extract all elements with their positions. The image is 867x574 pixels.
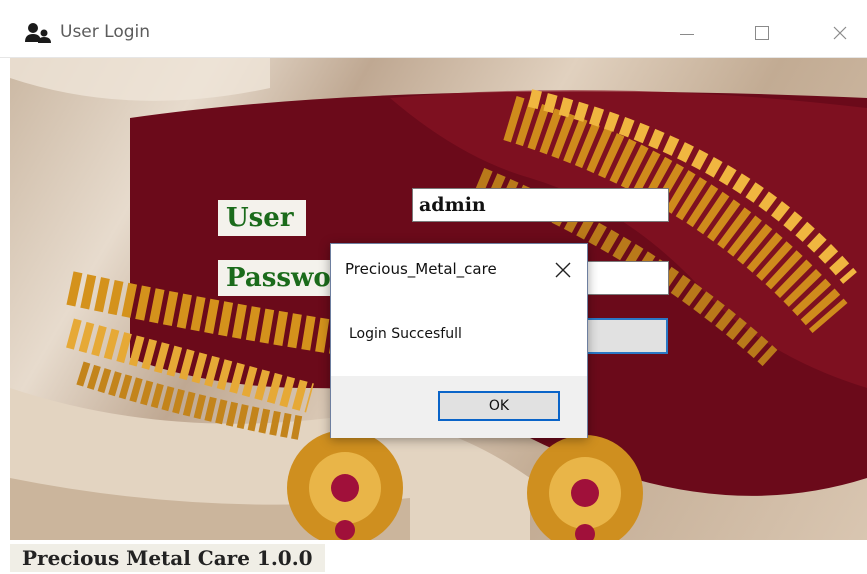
message-dialog[interactable]: Precious_Metal_care Login Succesfull OK <box>330 243 588 438</box>
dialog-title: Precious_Metal_care <box>345 260 497 278</box>
dialog-footer: OK <box>331 376 587 438</box>
window-titlebar[interactable]: User Login <box>0 0 867 58</box>
close-icon <box>833 26 847 40</box>
user-input[interactable]: admin <box>412 188 669 222</box>
dialog-message: Login Succesfull <box>349 326 462 342</box>
close-icon <box>555 262 571 278</box>
close-button[interactable] <box>820 18 860 48</box>
ok-button[interactable]: OK <box>438 391 560 421</box>
window-title: User Login <box>60 22 151 42</box>
version-label: Precious Metal Care 1.0.0 <box>10 544 325 572</box>
user-label: User <box>218 200 306 236</box>
dialog-close-button[interactable] <box>551 258 575 282</box>
password-label: Passwo <box>218 260 338 296</box>
minimize-button[interactable] <box>667 18 707 48</box>
users-icon <box>25 23 51 43</box>
status-bar: Precious Metal Care 1.0.0 <box>0 540 867 574</box>
maximize-button[interactable] <box>741 18 781 48</box>
login-button[interactable] <box>585 318 668 354</box>
